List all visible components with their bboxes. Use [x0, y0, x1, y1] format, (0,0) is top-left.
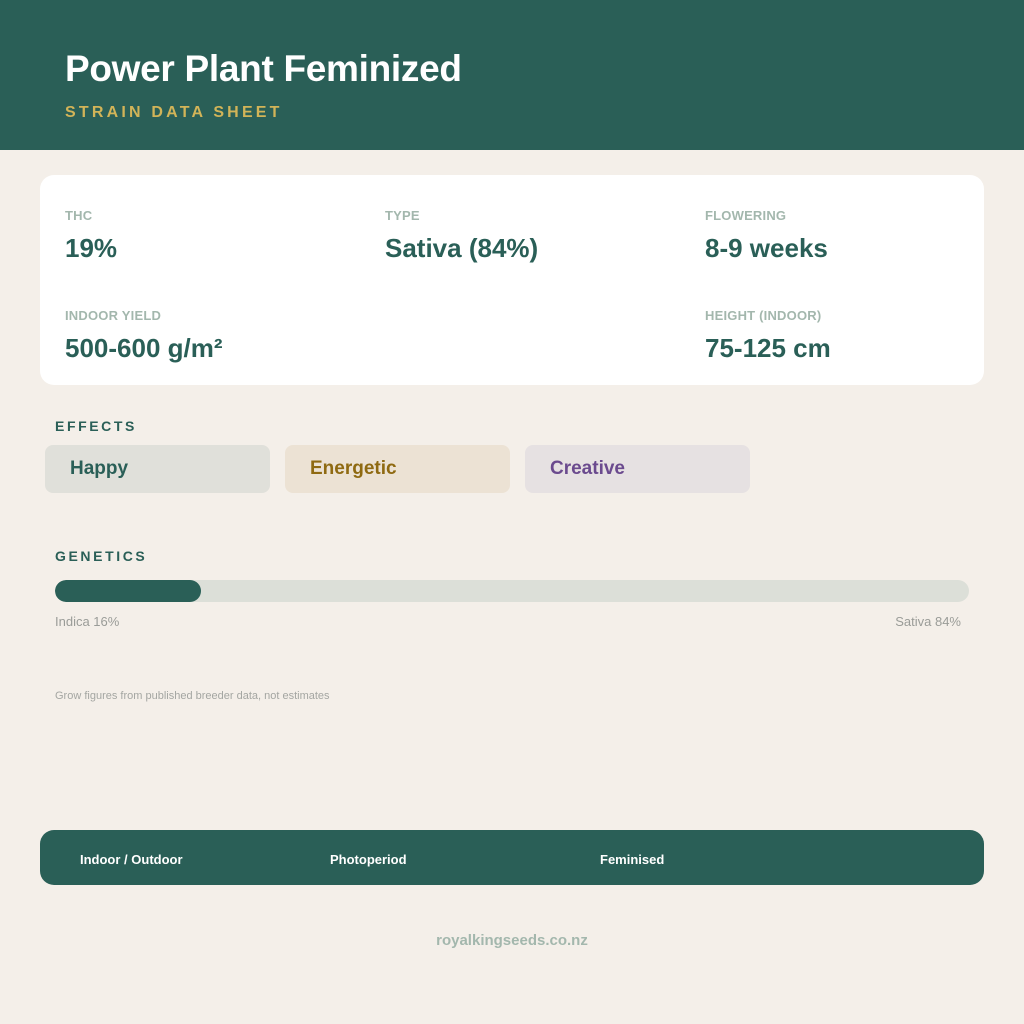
- page-subtitle: STRAIN DATA SHEET: [65, 104, 283, 121]
- stats-card: THC 19% TYPE Sativa (84%) FLOWERING 8-9 …: [40, 175, 984, 385]
- stat-label: HEIGHT (INDOOR): [705, 308, 822, 323]
- stat-value: 500-600 g/m²: [65, 333, 223, 363]
- genetics-heading: GENETICS: [55, 548, 148, 564]
- stat-value: 8-9 weeks: [705, 233, 828, 263]
- stat-type: TYPE Sativa (84%): [385, 208, 538, 264]
- stat-flowering: FLOWERING 8-9 weeks: [705, 208, 828, 264]
- stat-indoor-yield: INDOOR YIELD 500-600 g/m²: [65, 308, 223, 364]
- stat-label: TYPE: [385, 208, 420, 223]
- genetics-ratio-bar: [55, 580, 969, 602]
- sativa-label: Sativa 84%: [895, 614, 961, 629]
- website-link[interactable]: royalkingseeds.co.nz: [0, 932, 1024, 949]
- effects-heading: EFFECTS: [55, 418, 137, 434]
- footer-bar: Indoor / Outdoor Photoperiod Feminised: [40, 830, 984, 885]
- stat-value: 75-125 cm: [705, 333, 831, 363]
- effect-chip-happy: Happy: [45, 445, 270, 493]
- stat-label: THC: [65, 208, 93, 223]
- stat-height-indoor: HEIGHT (INDOOR) 75-125 cm: [705, 308, 831, 364]
- footer-item-feminised: Feminised: [600, 852, 665, 867]
- stat-thc: THC 19%: [65, 208, 117, 264]
- stat-value: Sativa (84%): [385, 233, 539, 263]
- page-title: Power Plant Feminized: [65, 48, 462, 89]
- stat-value: 19%: [65, 233, 118, 263]
- header-banner: Power Plant Feminized STRAIN DATA SHEET: [0, 0, 1024, 150]
- footer-item-photoperiod: Photoperiod: [330, 852, 407, 867]
- indica-fill: [55, 580, 202, 602]
- stat-label: FLOWERING: [705, 208, 787, 223]
- footnote: Grow figures from published breeder data…: [55, 690, 330, 702]
- stat-label: INDOOR YIELD: [65, 308, 162, 323]
- footer-item-environment: Indoor / Outdoor: [80, 852, 183, 867]
- effect-chip-creative: Creative: [525, 445, 750, 493]
- indica-label: Indica 16%: [55, 614, 120, 629]
- effect-chip-energetic: Energetic: [285, 445, 510, 493]
